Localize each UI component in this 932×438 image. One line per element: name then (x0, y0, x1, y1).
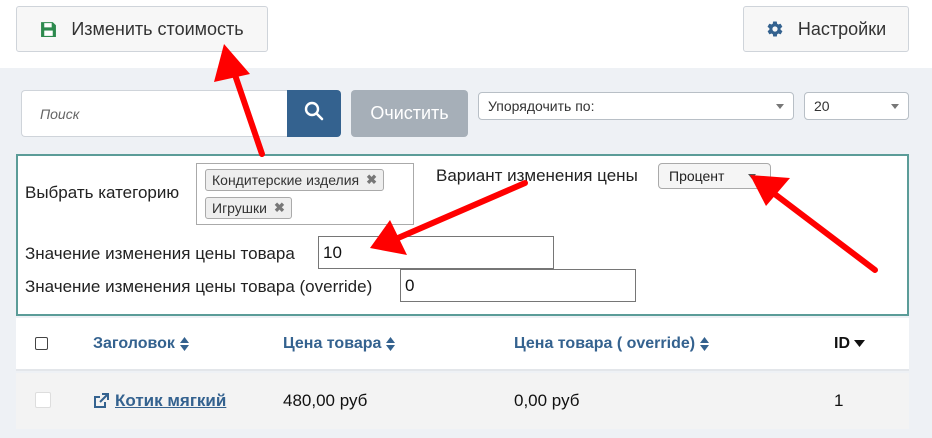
settings-label: Настройки (797, 18, 887, 39)
column-header-override-price[interactable]: Цена товара ( override) (514, 335, 710, 353)
column-header-label: Цена товара ( override) (514, 335, 696, 352)
column-header-price[interactable]: Цена товара (283, 335, 396, 353)
column-header-id[interactable]: ID (834, 335, 865, 353)
caret-down-icon (854, 340, 865, 347)
search-field-wrap (21, 90, 287, 137)
price-change-panel: Выбрать категорию Кондитерские изделия ✖… (16, 154, 909, 316)
per-page-select[interactable]: 20 (804, 92, 909, 120)
search-icon (304, 101, 324, 126)
category-tag: Игрушки ✖ (205, 197, 292, 219)
override-value-label: Значение изменения цены товара (override… (25, 277, 373, 296)
product-id: 1 (834, 391, 844, 410)
floppy-disk-icon (40, 21, 57, 38)
sort-icon (179, 337, 189, 351)
column-header-label: Заголовок (93, 335, 175, 352)
gear-icon (766, 20, 784, 38)
product-title-link[interactable]: Котик мягкий (93, 391, 226, 411)
price-change-value-input[interactable]: 10 (318, 236, 554, 269)
save-price-button[interactable]: Изменить стоимость (16, 6, 268, 52)
column-header-title[interactable]: Заголовок (93, 335, 190, 353)
row-checkbox[interactable] (35, 392, 51, 408)
top-toolbar: Изменить стоимость Настройки (0, 0, 932, 68)
column-header-label: Цена товара (283, 335, 382, 352)
clear-button[interactable]: Очистить (351, 90, 468, 137)
save-price-label: Изменить стоимость (71, 18, 244, 39)
product-title: Котик мягкий (115, 391, 227, 410)
sort-icon (386, 337, 396, 351)
external-link-icon (94, 393, 109, 408)
category-tag-label: Кондитерские изделия (212, 172, 360, 188)
category-label: Выбрать категорию (25, 183, 180, 202)
variant-select[interactable]: Процент (658, 163, 771, 189)
override-value-input[interactable]: 0 (400, 269, 636, 302)
variant-label: Вариант изменения цены (436, 166, 638, 185)
select-all-checkbox[interactable] (35, 337, 48, 350)
table-header: Заголовок Цена товара Цена товара ( over… (16, 318, 909, 371)
sort-select-value: Упорядочить по: (488, 98, 595, 114)
category-tag-label: Игрушки (212, 200, 267, 216)
column-header-label: ID (834, 335, 850, 352)
price-change-value-label: Значение изменения цены товара (25, 244, 295, 263)
products-table: Заголовок Цена товара Цена товара ( over… (16, 318, 909, 438)
category-tag: Кондитерские изделия ✖ (205, 169, 385, 191)
chevron-down-icon (748, 174, 756, 179)
variant-select-value: Процент (669, 168, 725, 184)
chevron-down-icon (891, 104, 899, 109)
chevron-down-icon (776, 104, 784, 109)
search-input[interactable] (22, 91, 287, 136)
settings-button[interactable]: Настройки (743, 6, 909, 52)
product-price: 480,00 руб (283, 391, 368, 410)
close-icon[interactable]: ✖ (274, 200, 285, 216)
sort-select[interactable]: Упорядочить по: (478, 92, 794, 120)
table-row: Котик мягкий 480,00 руб 0,00 руб 1 (16, 373, 909, 429)
search-button[interactable] (287, 90, 341, 137)
per-page-value: 20 (814, 98, 830, 114)
sort-icon (700, 337, 710, 351)
close-icon[interactable]: ✖ (366, 172, 377, 188)
product-override-price: 0,00 руб (514, 391, 580, 410)
category-multiselect[interactable]: Кондитерские изделия ✖ Игрушки ✖ (196, 163, 414, 225)
